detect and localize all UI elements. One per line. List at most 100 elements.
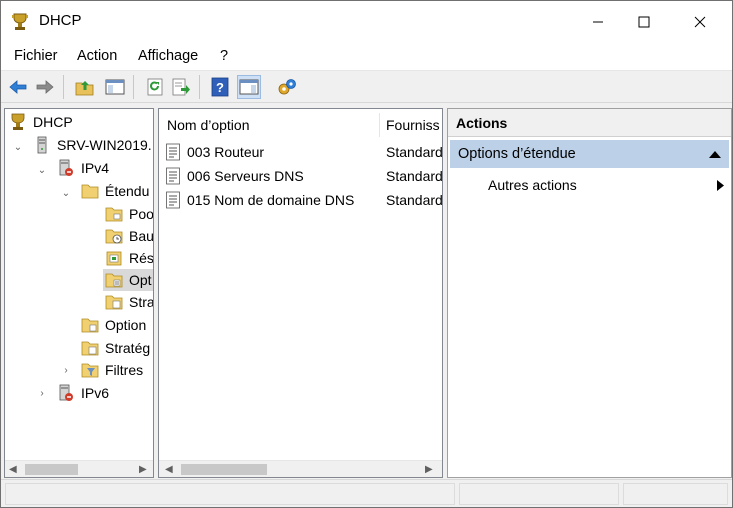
tree-horizontal-scrollbar[interactable]: ◀ ▶ bbox=[5, 460, 153, 477]
dhcp-trophy-icon bbox=[11, 113, 25, 130]
tree-item-server-policies[interactable]: Stratég bbox=[81, 337, 150, 359]
tree-item-pool[interactable]: Poo bbox=[105, 203, 154, 225]
minimize-icon bbox=[593, 21, 603, 23]
back-button[interactable] bbox=[6, 75, 30, 99]
tree-item-policies[interactable]: Stra bbox=[105, 291, 154, 313]
toolbar-separator bbox=[63, 75, 64, 99]
tree-label: Rés bbox=[129, 250, 154, 266]
maximize-button[interactable] bbox=[621, 1, 667, 43]
option-name: 003 Routeur bbox=[187, 144, 265, 160]
tree-label: Étendu bbox=[105, 183, 150, 199]
close-button[interactable] bbox=[677, 1, 723, 43]
toolbar-separator bbox=[199, 75, 200, 99]
export-list-button[interactable] bbox=[169, 75, 193, 99]
column-header-vendor[interactable]: Fourniss bbox=[386, 109, 440, 141]
menu-affichage[interactable]: Affichage bbox=[138, 48, 198, 64]
chevron-down-icon[interactable]: ⌄ bbox=[13, 142, 23, 153]
tree-label: Option bbox=[105, 317, 147, 333]
collapse-up-icon[interactable] bbox=[709, 151, 721, 158]
dhcp-server-icon bbox=[278, 79, 296, 95]
window-title: DHCP bbox=[39, 12, 82, 29]
server-options-folder-icon bbox=[81, 318, 99, 333]
chevron-down-icon[interactable]: ⌄ bbox=[37, 165, 47, 176]
minimize-button[interactable] bbox=[575, 1, 621, 43]
tree-label: Poo bbox=[129, 206, 154, 222]
tree-item-scope[interactable]: Étendu bbox=[81, 180, 149, 202]
tree-label: Stra bbox=[129, 294, 154, 310]
show-hide-tree-button[interactable] bbox=[103, 75, 127, 99]
option-vendor: Standard bbox=[386, 168, 443, 184]
scrollbar-thumb[interactable] bbox=[25, 464, 78, 475]
tree-item-server[interactable]: SRV-WIN2019. bbox=[33, 134, 152, 156]
more-actions-item[interactable]: Autres actions bbox=[488, 173, 728, 197]
column-header-name[interactable]: Nom d’option bbox=[167, 109, 250, 141]
chevron-down-icon[interactable]: ⌄ bbox=[61, 188, 71, 199]
scroll-right-icon[interactable]: ▶ bbox=[139, 464, 147, 475]
actions-pane: Actions Options d’étendue Autres actions bbox=[447, 108, 732, 478]
up-folder-button[interactable] bbox=[73, 75, 97, 99]
tree-item-ipv4[interactable]: IPv4 bbox=[57, 157, 109, 179]
scroll-left-icon[interactable]: ◀ bbox=[9, 464, 17, 475]
tree-item-ipv6[interactable]: IPv6 bbox=[57, 382, 109, 404]
status-cell bbox=[5, 483, 455, 505]
option-document-icon bbox=[166, 167, 180, 185]
help-button[interactable]: ? bbox=[208, 75, 232, 99]
status-cell bbox=[459, 483, 619, 505]
show-hide-action-pane-button[interactable] bbox=[237, 75, 261, 99]
tree-item-scope-options[interactable]: Opt bbox=[103, 269, 153, 291]
svg-text:?: ? bbox=[216, 80, 224, 95]
chevron-right-icon[interactable]: › bbox=[61, 365, 71, 376]
chevron-right-icon[interactable]: › bbox=[37, 388, 47, 399]
list-horizontal-scrollbar[interactable]: ◀ ▶ bbox=[159, 460, 442, 477]
policies-folder-icon bbox=[81, 341, 99, 356]
reservations-icon bbox=[106, 251, 122, 266]
tree-label: DHCP bbox=[33, 114, 73, 130]
result-pane[interactable]: Nom d’option Fourniss 003 Routeur Standa… bbox=[158, 108, 443, 478]
filter-folder-icon bbox=[81, 363, 99, 378]
maximize-icon bbox=[638, 16, 650, 28]
actions-section-scope-options[interactable]: Options d’étendue bbox=[450, 140, 729, 168]
server-icon bbox=[37, 136, 47, 154]
toolbar: ? bbox=[1, 71, 732, 103]
scroll-right-icon[interactable]: ▶ bbox=[425, 464, 433, 475]
show-hide-action-pane-icon bbox=[239, 79, 259, 95]
tree-item-reservations[interactable]: Rés bbox=[105, 247, 154, 269]
status-cell bbox=[623, 483, 728, 505]
tree-item-server-options[interactable]: Option bbox=[81, 314, 146, 336]
dhcp-server-button[interactable] bbox=[275, 75, 299, 99]
menu-bar: Fichier Action Affichage ? bbox=[1, 43, 732, 71]
forward-icon bbox=[36, 80, 54, 94]
menu-help[interactable]: ? bbox=[220, 48, 228, 64]
help-icon: ? bbox=[211, 77, 229, 97]
menu-fichier[interactable]: Fichier bbox=[14, 48, 58, 64]
scope-options-folder-icon bbox=[105, 273, 123, 288]
ipv4-server-icon bbox=[59, 159, 73, 176]
tree-label: Filtres bbox=[105, 362, 144, 378]
forward-button[interactable] bbox=[33, 75, 57, 99]
tree-label: Bau bbox=[129, 228, 154, 244]
option-name: 006 Serveurs DNS bbox=[187, 168, 304, 184]
list-item[interactable]: 003 Routeur Standard bbox=[165, 141, 442, 163]
menu-action[interactable]: Action bbox=[77, 48, 117, 64]
refresh-button[interactable] bbox=[143, 75, 167, 99]
scrollbar-thumb[interactable] bbox=[181, 464, 267, 475]
address-leases-icon bbox=[105, 229, 123, 244]
actions-section-label: Options d’étendue bbox=[458, 146, 576, 162]
tree-label: IPv4 bbox=[81, 160, 110, 176]
tree-item-leases[interactable]: Bau bbox=[105, 225, 154, 247]
column-separator[interactable] bbox=[379, 113, 380, 137]
up-folder-icon bbox=[75, 81, 94, 96]
close-icon bbox=[694, 16, 706, 28]
mmc-window: DHCP Fichier Action Affichage ? ? DHCP ⌄… bbox=[0, 0, 733, 508]
scroll-left-icon[interactable]: ◀ bbox=[165, 464, 173, 475]
tree-label: Stratég bbox=[105, 340, 151, 356]
title-bar[interactable]: DHCP bbox=[1, 1, 732, 43]
tree-item-dhcp[interactable]: DHCP bbox=[9, 111, 73, 133]
list-item[interactable]: 015 Nom de domaine DNS Standard bbox=[165, 189, 442, 211]
console-tree[interactable]: DHCP ⌄ SRV-WIN2019. ⌄ IPv4 ⌄ Étendu Poo … bbox=[4, 108, 154, 478]
status-bar bbox=[1, 479, 732, 507]
option-document-icon bbox=[166, 191, 180, 209]
tree-item-filters[interactable]: Filtres bbox=[81, 359, 143, 381]
list-item[interactable]: 006 Serveurs DNS Standard bbox=[165, 165, 443, 187]
more-actions-label: Autres actions bbox=[488, 177, 577, 193]
